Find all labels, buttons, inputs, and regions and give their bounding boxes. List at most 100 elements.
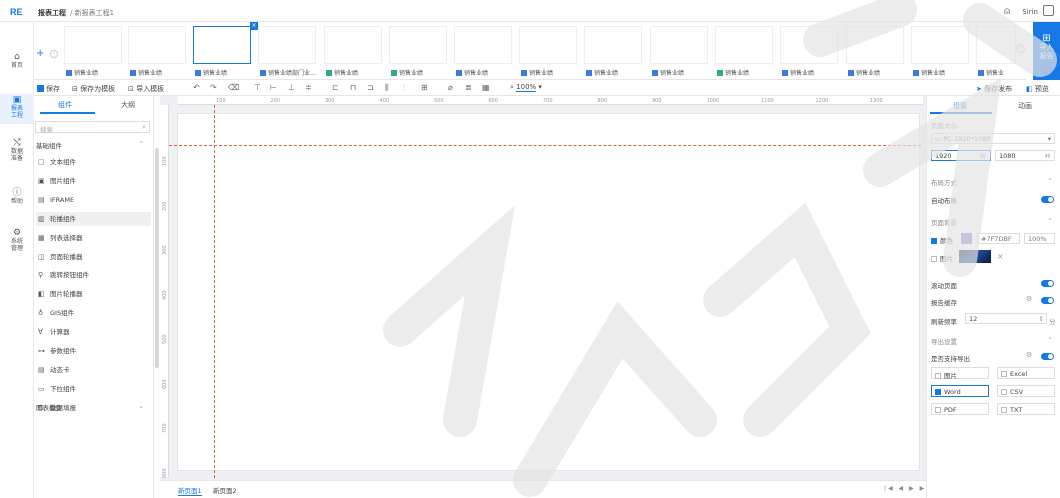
tab-settings[interactable]: 设置 [953,101,967,111]
width-input[interactable]: 1920 W [931,150,991,161]
distribute-h-icon[interactable]: ⫼ [385,83,389,93]
nav-home[interactable]: ⌂ 首页 [0,53,34,70]
page-thumbnail-label[interactable]: 销售业 [978,68,1004,77]
page-thumbnail[interactable] [846,26,904,64]
page-thumbnail[interactable] [911,26,969,64]
page-thumbnail-label[interactable]: 销售业绩 [848,68,880,77]
brush-icon[interactable]: ⌀ [448,83,453,92]
page-thumbnail[interactable] [128,26,186,64]
scroll-page-toggle[interactable] [1041,280,1054,287]
preview-button[interactable]: ◧ 预览 [1026,84,1049,94]
page-thumbnail-label[interactable]: 销售业绩部门业... [260,68,316,77]
page-thumbnail[interactable] [193,26,251,64]
stepper-icon[interactable]: ⇕ [1039,315,1044,323]
export-format-option[interactable]: TXT [997,403,1055,415]
page-thumbnail[interactable] [64,26,122,64]
thumb-prev-icon[interactable]: ‹ [50,50,58,58]
component-item[interactable]: ▭ 下拉组件 [36,382,151,396]
export-enable-toggle[interactable] [1041,353,1054,360]
component-item[interactable]: ⊶ 参数组件 [36,344,151,358]
publish-button[interactable]: ➤ 保存发布 [976,84,1012,94]
page-thumbnail[interactable] [454,26,512,64]
checkbox[interactable] [1001,407,1007,413]
group-chart-models[interactable]: 图表模型 ⌄ [36,402,148,412]
horizontal-guide-line[interactable] [169,145,921,146]
remove-image-icon[interactable]: × [997,252,1004,261]
nav-help[interactable]: ⓘ 帮助 [0,189,34,206]
component-item[interactable]: ▢ 文本组件 [36,155,151,169]
checkbox[interactable] [1001,371,1007,377]
export-format-option[interactable]: 图片 [931,367,989,380]
align-left-icon[interactable]: ⊏ [332,83,339,92]
zoom-select[interactable]: ⌕ 100% ▾ [510,83,542,92]
align-top-icon[interactable]: ⊤ [254,83,261,92]
component-item[interactable]: ⚲ 跳转按钮组件 [36,268,151,282]
component-item[interactable]: ▤ IFRAME [36,193,151,207]
align-vcenter-icon[interactable]: ≑ [305,83,312,92]
tab-animation[interactable]: 动画 [1018,101,1032,111]
checkbox[interactable] [935,389,941,395]
project-name[interactable]: 报表工程 [38,9,66,17]
export-section[interactable]: 导出设置 ⌃ [931,336,1055,346]
close-thumb-icon[interactable]: × [250,22,258,30]
page-thumbnail[interactable] [650,26,708,64]
distribute-v-icon[interactable]: ⫶ [403,83,405,93]
export-format-option[interactable]: PDF [931,403,989,415]
component-item[interactable]: ◧ 图片轮播器 [36,287,151,301]
page-thumbnail[interactable] [258,26,316,64]
page-thumbnail-label[interactable]: 销售业绩 [782,68,814,77]
component-item[interactable]: ▤ 动态卡 [36,363,151,377]
component-item[interactable]: ▦ 列表选择器 [36,231,151,245]
align-bottom-icon[interactable]: ⊥ [288,83,295,92]
add-page-icon[interactable]: + [36,48,44,59]
component-scrollbar[interactable] [155,148,159,368]
page-thumbnail[interactable] [389,26,447,64]
bg-color-checkbox[interactable] [931,238,937,244]
page-thumbnail[interactable] [324,26,382,64]
page-thumbnail-label[interactable]: 销售业绩 [521,68,553,77]
layout-section[interactable]: 布局方式 ⌃ [931,177,1055,187]
nav-data[interactable]: ⤭ 数据准备 [0,139,34,163]
design-canvas[interactable] [177,113,920,471]
component-item[interactable]: ▣ 图片组件 [36,174,151,188]
nav-report[interactable]: ▣ 报表工程 [0,94,34,124]
page-thumbnail-label[interactable]: 销售业绩 [130,68,162,77]
height-input[interactable]: 1080 H [995,150,1055,161]
page-thumbnail-label[interactable]: 销售业绩 [913,68,945,77]
checkbox[interactable] [935,407,941,413]
page-thumbnail-label[interactable]: 销售业绩 [326,68,358,77]
page-thumbnail[interactable] [780,26,838,64]
checkbox[interactable] [935,373,941,379]
thumb-next-icon[interactable]: › [1016,44,1025,53]
bg-image-preview[interactable] [959,250,991,263]
auto-layout-toggle[interactable] [1041,196,1054,203]
user-name[interactable]: Sirin [1022,8,1038,16]
layer-icon[interactable]: ≣ [465,83,472,92]
nav-system[interactable]: ⚙ 系统管理 [0,229,34,253]
gear-icon[interactable]: ⚙ [1026,295,1032,303]
page-thumbnail[interactable] [519,26,577,64]
align-middle-icon[interactable]: ⊢ [270,83,277,92]
group-basic-components[interactable]: 基础组件 ⌃ [36,140,148,150]
group-icon[interactable]: ⊞ [421,83,428,92]
redo-icon[interactable]: ↷ [210,83,217,92]
bg-color-hex-input[interactable]: #7F7DBF [977,233,1020,244]
page-tab-1[interactable]: 新页面1 [178,485,202,496]
user-icon[interactable]: ⍝ [1004,6,1010,17]
import-report-button[interactable]: ⊞ 导入报告 [1033,22,1060,80]
exit-icon[interactable] [1043,5,1054,16]
refresh-rate-input[interactable]: 12 ⇕ [965,313,1047,324]
background-section[interactable]: 页面背景 ⌃ [931,217,1055,227]
page-thumbnail-label[interactable]: 销售业绩 [391,68,423,77]
bg-opacity-input[interactable]: 100% [1024,233,1055,244]
page-thumbnail[interactable] [976,26,1016,64]
report-cache-toggle[interactable] [1041,297,1054,304]
page-size-select[interactable]: ▭ PC-1920*1080 ▾ [931,133,1055,144]
export-format-option[interactable]: CSV [997,385,1055,397]
tab-components[interactable]: 组件 [58,100,72,110]
page-navigation[interactable]: |◀ ◀ ▶ ▶| [884,485,930,492]
gear-icon[interactable]: ⚙ [1026,351,1032,359]
page-thumbnail[interactable] [715,26,773,64]
tab-outline[interactable]: 大纲 [121,100,135,110]
checkbox[interactable] [1001,389,1007,395]
